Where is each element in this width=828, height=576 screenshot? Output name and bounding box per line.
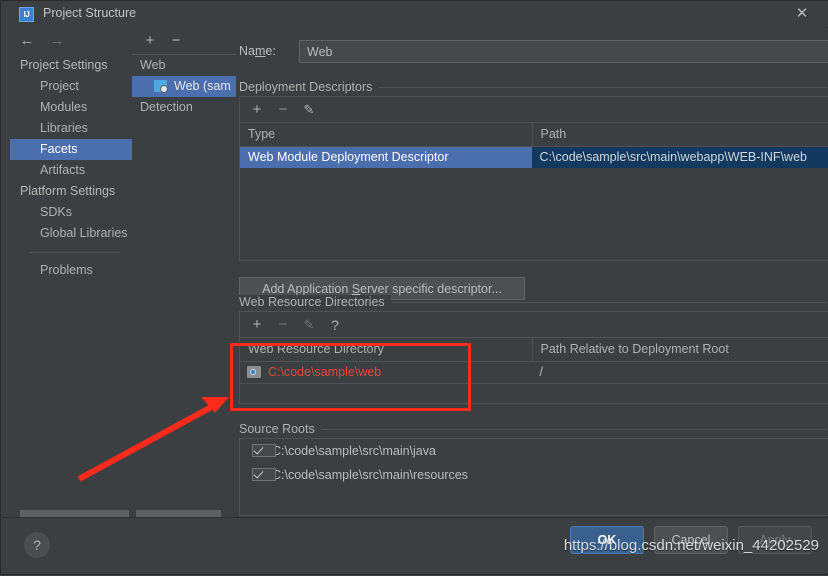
facet-tree-item-web[interactable]: Web	[132, 55, 236, 76]
web-resource-directories-toolbar: + − ✎ ?	[240, 312, 828, 338]
facet-name-label: Name:	[239, 44, 276, 58]
sidebar-item-platform-settings: Platform Settings	[10, 181, 130, 202]
row-divider	[240, 383, 828, 384]
sidebar-item-label: Artifacts	[40, 163, 86, 177]
title-bar: IJ Project Structure ✕	[1, 1, 828, 27]
column-header-relative-path[interactable]: Path Relative to Deployment Root	[531, 338, 828, 361]
descriptor-path-cell: C:\code\sample\src\main\webapp\WEB-INF\w…	[531, 147, 828, 168]
edit-web-resource-button[interactable]: ✎	[299, 315, 319, 335]
list-item[interactable]: C:\code\sample\src\main\java	[240, 439, 828, 463]
facet-name-row: Name:	[239, 40, 828, 64]
sidebar-item-label: Facets	[40, 142, 78, 156]
sidebar-item-modules[interactable]: Modules	[10, 97, 130, 118]
facet-tree-item-label: Detection	[140, 100, 193, 114]
web-facet-icon	[154, 80, 168, 93]
sidebar-item-artifacts[interactable]: Artifacts	[10, 160, 130, 181]
sidebar-item-libraries[interactable]: Libraries	[10, 118, 130, 139]
settings-navigation-pane: ← → Project Settings Project Modules Librar…	[10, 28, 160, 516]
source-roots-list: C:\code\sample\src\main\java C:\code\samp…	[239, 438, 828, 516]
facet-settings-pane: Name: Deployment Descriptors + − ✎ Type …	[237, 28, 828, 516]
column-header-web-resource-directory[interactable]: Web Resource Directory	[240, 338, 532, 361]
column-header-path[interactable]: Path	[531, 123, 828, 146]
source-root-label: C:\code\sample\src\main\resources	[272, 468, 468, 482]
watermark-text: https://blog.csdn.net/weixin_44202529	[563, 537, 819, 554]
add-descriptor-button[interactable]: +	[247, 100, 267, 120]
source-roots-rule	[239, 429, 827, 430]
close-icon[interactable]: ✕	[793, 5, 811, 23]
remove-descriptor-button[interactable]: −	[273, 100, 293, 120]
sidebar-item-label: SDKs	[40, 205, 72, 219]
web-resource-directories-header: Web Resource Directory Path Relative to …	[240, 338, 828, 362]
forward-arrow-icon[interactable]: →	[46, 31, 68, 51]
source-roots-title: Source Roots	[239, 422, 321, 436]
sidebar-item-label: Platform Settings	[20, 184, 116, 198]
web-resource-directories-table: + − ✎ ? Web Resource Directory Path Rela…	[239, 311, 828, 404]
nav-divider	[30, 252, 120, 253]
sidebar-item-sdks[interactable]: SDKs	[10, 202, 130, 223]
navigation-buttons: ← →	[10, 28, 130, 54]
web-resource-directory-value: C:\code\sample\web	[268, 365, 382, 379]
settings-nav-list: Project Settings Project Modules Libraries F…	[10, 55, 160, 281]
remove-web-resource-button[interactable]: −	[273, 315, 293, 335]
folder-icon	[247, 366, 261, 378]
web-resource-relative-path-cell: /	[539, 365, 544, 379]
source-root-label: C:\code\sample\src\main\java	[272, 444, 436, 458]
window-title: Project Structure	[43, 6, 137, 20]
checkbox-icon[interactable]	[252, 468, 276, 481]
app-icon-label: IJ	[23, 10, 30, 19]
deployment-descriptors-header: Type Path	[240, 123, 828, 147]
table-row[interactable]: C:\code\sample\web /	[240, 362, 828, 383]
project-structure-dialog: IJ Project Structure ✕ ← → Project Setti…	[0, 0, 828, 575]
add-facet-button[interactable]: +	[140, 31, 160, 51]
sidebar-item-problems[interactable]: Problems	[10, 260, 130, 281]
help-button[interactable]: ?	[24, 532, 50, 558]
sidebar-item-label: Problems	[40, 263, 93, 277]
sidebar-item-label: Project	[40, 79, 79, 93]
deployment-descriptors-toolbar: + − ✎	[240, 97, 828, 123]
intellij-idea-icon: IJ	[19, 7, 34, 22]
column-header-type[interactable]: Type	[240, 123, 532, 146]
facet-tree-toolbar: + −	[132, 28, 236, 55]
deployment-descriptors-table: + − ✎ Type Path Web Module Deployment De…	[239, 96, 828, 261]
list-item[interactable]: C:\code\sample\src\main\resources	[240, 463, 828, 487]
web-resource-directories-title: Web Resource Directories	[239, 295, 391, 309]
sidebar-item-label: Project Settings	[20, 58, 108, 72]
deployment-descriptors-title: Deployment Descriptors	[239, 80, 379, 94]
remove-facet-button[interactable]: −	[166, 31, 186, 51]
facet-tree-item-label: Web	[140, 58, 166, 72]
table-row[interactable]: Web Module Deployment Descriptor C:\code…	[240, 147, 828, 168]
facet-tree-list: Web Web (sam Detection	[132, 55, 236, 118]
facet-tree-pane: + − Web Web (sam Detection	[132, 28, 236, 516]
web-resource-help-button[interactable]: ?	[325, 315, 345, 335]
sidebar-item-global-libraries[interactable]: Global Libraries	[10, 223, 130, 244]
checkbox-icon[interactable]	[252, 444, 276, 457]
facet-tree-item-detection[interactable]: Detection	[132, 97, 236, 118]
sidebar-item-label: Modules	[40, 100, 88, 114]
facet-tree-item-web-sam[interactable]: Web (sam	[132, 76, 236, 97]
sidebar-item-project-settings: Project Settings	[10, 55, 130, 76]
back-arrow-icon[interactable]: ←	[16, 31, 38, 51]
web-resource-directory-cell: C:\code\sample\web	[240, 362, 532, 383]
sidebar-item-project[interactable]: Project	[10, 76, 130, 97]
add-web-resource-button[interactable]: +	[247, 315, 267, 335]
sidebar-item-label: Libraries	[40, 121, 88, 135]
facet-name-input[interactable]	[299, 40, 828, 63]
edit-descriptor-button[interactable]: ✎	[299, 100, 319, 120]
sidebar-item-label: Global Libraries	[40, 226, 128, 240]
descriptor-type-cell: Web Module Deployment Descriptor	[240, 147, 532, 168]
